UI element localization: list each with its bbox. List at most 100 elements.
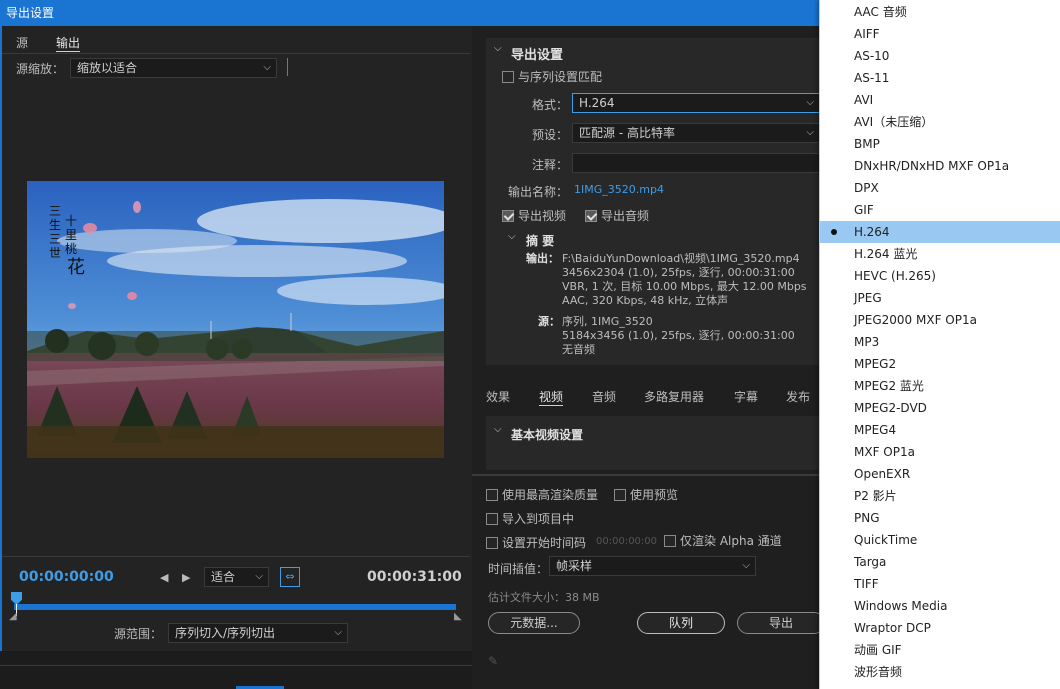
format-option[interactable]: AS-11 [820,67,1060,89]
mark-out-icon[interactable]: ▶ [182,571,190,584]
bottom-strip [0,651,472,689]
format-option[interactable]: MPEG4 [820,419,1060,441]
start-timecode-checkbox[interactable]: 设置开始时间码 [486,534,586,551]
current-timecode[interactable]: 00:00:00:00 [19,569,114,585]
range-in-handle-icon[interactable]: ◢ [9,611,17,622]
format-option[interactable]: P2 影片 [820,485,1060,507]
checkbox-icon [664,534,676,547]
format-option[interactable]: 动画 GIF [820,639,1060,661]
tab-publish[interactable]: 发布 [786,388,810,405]
format-option[interactable]: GIF [820,199,1060,221]
format-option[interactable]: 波形音频 [820,661,1060,683]
format-option-label: H.264 [854,225,890,239]
render-alpha-checkbox[interactable]: 仅渲染 Alpha 通道 [664,532,782,549]
format-option[interactable]: BMP [820,133,1060,155]
max-render-quality-checkbox[interactable]: 使用最高渲染质量 [486,486,598,503]
import-into-project-checkbox[interactable]: 导入到项目中 [486,510,574,527]
format-select[interactable]: H.264 ⌵ [572,93,820,113]
checkbox-icon [614,488,626,501]
format-option[interactable]: MPEG2 蓝光 [820,375,1060,397]
tab-audio[interactable]: 音频 [592,388,616,405]
preview-panel: 源 输出 源缩放： 缩放以适合 ⌵ 三 生 三 世 十 里 桃 花 00:00:… [0,26,470,651]
comment-label: 注释： [532,158,569,172]
chevron-down-icon[interactable]: ⌵ [494,43,502,54]
time-interpolation-label: 时间插值： [488,562,549,576]
format-option[interactable]: HEVC (H.265) [820,265,1060,287]
chevron-down-icon[interactable]: ⌵ [494,424,502,435]
use-previews-checkbox[interactable]: 使用预览 [614,486,678,503]
export-audio-label: 导出音频 [601,209,650,223]
checkbox-icon [486,488,498,501]
format-option[interactable]: JPEG [820,287,1060,309]
match-sequence-checkbox[interactable]: 与序列设置匹配 [502,68,602,85]
mark-in-icon[interactable]: ◀ [160,571,168,584]
format-option[interactable]: Wraptor DCP [820,617,1060,639]
format-option[interactable]: Windows Media [820,595,1060,617]
format-option[interactable]: PNG [820,507,1060,529]
svg-text:里: 里 [65,228,77,242]
format-option-label: HEVC (H.265) [854,269,936,283]
export-settings-panel: ⌵ 导出设置 与序列设置匹配 格式： H.264 ⌵ 预设： 匹配源 - 高比特… [472,26,825,689]
preset-select[interactable]: 匹配源 - 高比特率 ⌵ [572,123,820,143]
format-value: H.264 [579,96,615,110]
format-option-label: MPEG2 [854,357,897,371]
format-option[interactable]: OpenEXR [820,463,1060,485]
range-out-handle-icon[interactable]: ◣ [454,611,462,622]
source-scale-select[interactable]: 缩放以适合 ⌵ [70,58,277,78]
timeline-bar[interactable] [14,604,456,610]
queue-button[interactable]: 队列 [637,612,725,634]
time-interpolation-select[interactable]: 帧采样 ⌵ [549,556,756,576]
format-option[interactable]: MPEG2 [820,353,1060,375]
format-option[interactable]: AAC 音频 [820,1,1060,23]
format-option[interactable]: H.264 蓝光 [820,243,1060,265]
format-option-label: JPEG2000 MXF OP1a [854,313,977,327]
format-option-label: QuickTime [854,533,918,547]
landscape-preview-image: 三生三世 十里桃花 [27,181,444,458]
tab-effects[interactable]: 效果 [486,388,510,405]
start-timecode-value[interactable]: 00:00:00:00 [596,536,657,547]
format-option[interactable]: DNxHR/DNxHD MXF OP1a [820,155,1060,177]
format-option[interactable]: MPEG2-DVD [820,397,1060,419]
metadata-button[interactable]: 元数据... [488,612,580,634]
format-option[interactable]: MP3 [820,331,1060,353]
summary-output-line: VBR, 1 次, 目标 10.00 Mbps, 最大 12.00 Mbps [562,280,807,293]
svg-text:生: 生 [49,218,61,232]
format-option[interactable]: AVI（未压缩） [820,111,1060,133]
aspect-ratio-icon[interactable]: ⇔ [280,567,300,587]
format-option[interactable]: DPX [820,177,1060,199]
format-option[interactable]: TIFF [820,573,1060,595]
svg-text:世: 世 [49,246,61,260]
source-range-label: 源范围： [114,627,163,641]
checkbox-icon [585,209,597,222]
export-button[interactable]: 导出 [737,612,825,634]
section-title-export-settings: 导出设置 [511,48,564,63]
format-option[interactable]: MXF OP1a [820,441,1060,463]
chevron-down-icon: ⌵ [334,627,342,638]
use-previews-label: 使用预览 [630,488,679,502]
comment-input[interactable] [572,153,820,173]
format-option[interactable]: QuickTime [820,529,1060,551]
format-option[interactable]: AIFF [820,23,1060,45]
export-audio-checkbox[interactable]: 导出音频 [585,207,649,224]
format-option[interactable]: JPEG2000 MXF OP1a [820,309,1060,331]
format-option[interactable]: Targa [820,551,1060,573]
tab-source[interactable]: 源 [16,34,28,51]
tab-captions[interactable]: 字幕 [734,388,758,405]
tab-output[interactable]: 输出 [56,34,81,52]
chevron-down-icon[interactable]: ⌵ [508,231,516,242]
tab-multiplexer[interactable]: 多路复用器 [644,388,704,405]
time-interpolation-value: 帧采样 [556,559,593,573]
format-option[interactable]: AS-10 [820,45,1060,67]
window-title: 导出设置 [6,6,55,20]
format-option[interactable]: H.264 [820,221,1060,243]
export-video-checkbox[interactable]: 导出视频 [502,207,566,224]
format-option[interactable]: AVI [820,89,1060,111]
tab-video[interactable]: 视频 [539,388,564,406]
format-option-label: AS-11 [854,71,890,85]
format-option-label: MPEG2 蓝光 [854,379,924,393]
format-option-label: AVI [854,93,874,107]
output-name-link[interactable]: 1IMG_3520.mp4 [574,183,664,196]
fit-select[interactable]: 适合 ⌵ [204,567,269,587]
format-option-label: H.264 蓝光 [854,247,918,261]
source-range-select[interactable]: 序列切入/序列切出 ⌵ [168,623,348,643]
